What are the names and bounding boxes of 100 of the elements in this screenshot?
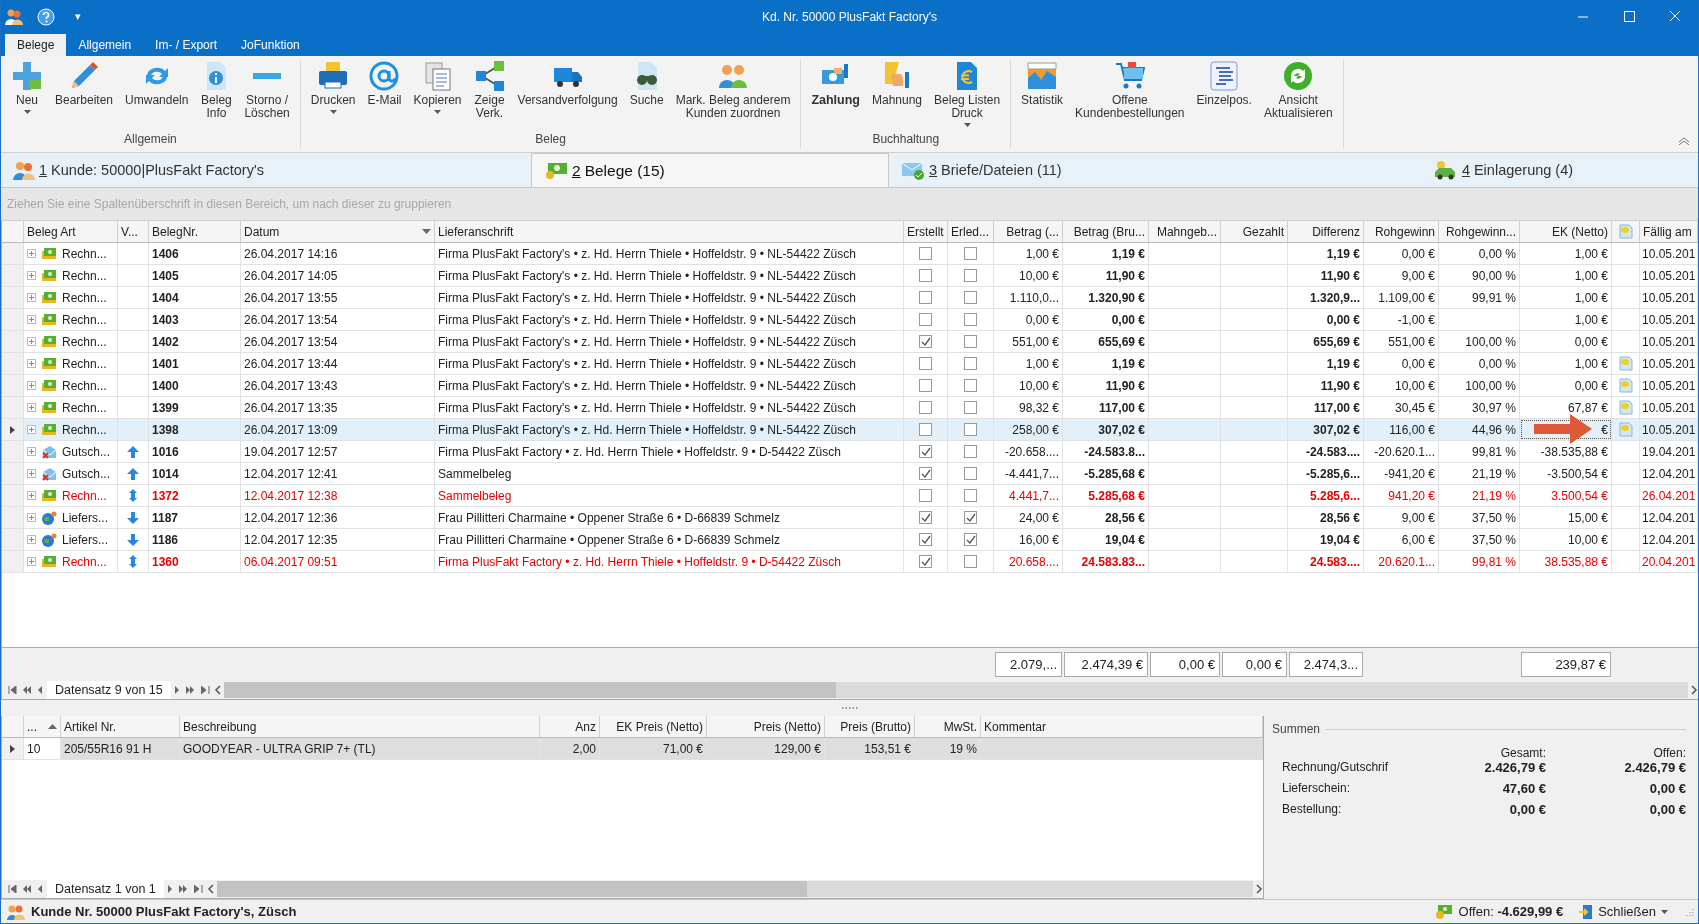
toolbar-button[interactable]: Umwandeln (119, 60, 195, 107)
checkbox[interactable] (919, 335, 932, 348)
next-page-button[interactable] (176, 885, 190, 893)
column-header[interactable]: ... (24, 716, 61, 737)
toolbar-button[interactable]: Drucken (304, 60, 362, 115)
expand-icon[interactable] (27, 469, 36, 478)
column-header[interactable]: Rohgewinn (1364, 221, 1439, 242)
column-header[interactable]: Lieferanschrift (435, 221, 904, 242)
checkbox[interactable] (964, 511, 977, 524)
checkbox[interactable] (964, 291, 977, 304)
checkbox[interactable] (919, 357, 932, 370)
column-header[interactable]: Anz (540, 716, 600, 737)
expand-icon[interactable] (27, 337, 36, 346)
next-record-button[interactable] (172, 686, 182, 694)
previous-record-button[interactable] (36, 686, 45, 694)
toolbar-button[interactable]: Zeige Verk. (467, 60, 512, 120)
toolbar-button[interactable]: Offene Kundenbestellungen (1069, 60, 1191, 120)
toolbar-button[interactable]: Ansicht Aktualisieren (1257, 60, 1339, 120)
row-selector[interactable] (2, 419, 24, 440)
next-record-button[interactable] (165, 885, 175, 893)
expand-icon[interactable] (27, 359, 36, 368)
column-header[interactable]: Gezahlt (1221, 221, 1288, 242)
toolbar-button[interactable]: Storno / Löschen (238, 60, 296, 120)
checkbox[interactable] (964, 555, 977, 568)
column-header[interactable]: Erled... (948, 221, 994, 242)
checkbox[interactable] (919, 511, 932, 524)
checkbox[interactable] (964, 379, 977, 392)
column-header[interactable]: Preis (Netto) (707, 716, 825, 737)
column-header[interactable]: Kommentar (981, 716, 1263, 737)
toolbar-button[interactable]: Mark. Beleg anderem Kunden zuordnen (669, 60, 797, 120)
close-button[interactable]: Schließen (1579, 903, 1668, 920)
checkbox[interactable] (964, 489, 977, 502)
last-record-button[interactable] (191, 885, 205, 893)
first-record-button[interactable] (6, 686, 19, 694)
checkbox[interactable] (919, 467, 932, 480)
checkbox[interactable] (919, 269, 932, 282)
row-selector[interactable] (2, 738, 24, 759)
checkbox[interactable] (919, 489, 932, 502)
page-tab[interactable]: 2 Belege (15) (531, 153, 889, 187)
column-header[interactable]: EK Preis (Netto) (600, 716, 707, 737)
column-header[interactable]: Rohgewinn... (1439, 221, 1520, 242)
expand-icon[interactable] (27, 513, 36, 522)
checkbox[interactable] (919, 313, 932, 326)
app-icon[interactable] (5, 7, 23, 26)
previous-page-button[interactable] (21, 686, 34, 694)
checkbox[interactable] (964, 467, 977, 480)
checkbox[interactable] (964, 445, 977, 458)
checkbox[interactable] (964, 269, 977, 282)
column-header[interactable]: Betrag (Bru... (1063, 221, 1149, 242)
toolbar-button[interactable]: Versandverfolgung (511, 60, 624, 107)
toolbar-button[interactable]: Zahlung (805, 60, 866, 107)
column-header[interactable]: MwSt. (915, 716, 981, 737)
checkbox[interactable] (919, 379, 932, 392)
expand-icon[interactable] (27, 315, 36, 324)
toolbar-button[interactable]: Einzelpos. (1190, 60, 1258, 107)
previous-record-button[interactable] (36, 885, 45, 893)
page-tab[interactable]: 3 Briefe/Dateien (11) (889, 153, 1309, 187)
horizontal-scrollbar[interactable] (223, 682, 1688, 698)
column-header[interactable]: Preis (Brutto) (825, 716, 915, 737)
checkbox[interactable] (919, 445, 932, 458)
column-header[interactable]: Beleg Art (24, 221, 118, 242)
checkbox[interactable] (919, 555, 932, 568)
splitter-handle[interactable] (840, 706, 859, 710)
toolbar-button[interactable]: Suche (623, 60, 670, 107)
expand-icon[interactable] (27, 293, 36, 302)
expand-icon[interactable] (27, 447, 36, 456)
scroll-left-icon[interactable] (206, 884, 215, 894)
checkbox[interactable] (919, 291, 932, 304)
column-header[interactable]: Datum (241, 221, 435, 242)
next-page-button[interactable] (183, 686, 197, 694)
column-header[interactable]: Mahngeb... (1149, 221, 1221, 242)
previous-page-button[interactable] (21, 885, 34, 893)
column-header[interactable]: BelegNr. (149, 221, 241, 242)
toolbar-button[interactable]: Statistik (1015, 60, 1070, 107)
toolbar-button[interactable]: Mahnung (866, 60, 929, 107)
page-tab[interactable]: 4 Einlagerung (4) (1309, 153, 1698, 187)
page-tab[interactable]: 1 Kunde: 50000|PlusFakt Factory's (1, 153, 531, 187)
checkbox[interactable] (964, 313, 977, 326)
column-header[interactable]: Erstellt (904, 221, 948, 242)
column-header[interactable]: EK (Netto) (1520, 221, 1612, 242)
column-header[interactable]: Artikel Nr. (61, 716, 180, 737)
checkbox[interactable] (964, 247, 977, 260)
scroll-left-icon[interactable] (213, 685, 222, 695)
expand-icon[interactable] (27, 249, 36, 258)
checkbox[interactable] (964, 533, 977, 546)
checkbox[interactable] (964, 335, 977, 348)
expand-icon[interactable] (27, 491, 36, 500)
ribbon-tab[interactable]: Im- / Export (143, 34, 230, 56)
column-header[interactable]: Beschreibung (180, 716, 540, 737)
last-record-button[interactable] (198, 686, 212, 694)
expand-icon[interactable] (27, 381, 36, 390)
column-header[interactable]: V... (118, 221, 149, 242)
toolbar-button[interactable]: Kopieren (407, 60, 468, 115)
horizontal-scrollbar[interactable] (216, 881, 1253, 897)
toolbar-button[interactable]: E-Mail (361, 60, 408, 107)
scroll-right-icon[interactable] (1690, 685, 1698, 695)
expand-icon[interactable] (27, 403, 36, 412)
checkbox[interactable] (919, 533, 932, 546)
ribbon-tab[interactable]: Allgemein (66, 34, 144, 56)
column-header[interactable]: Differenz (1288, 221, 1364, 242)
